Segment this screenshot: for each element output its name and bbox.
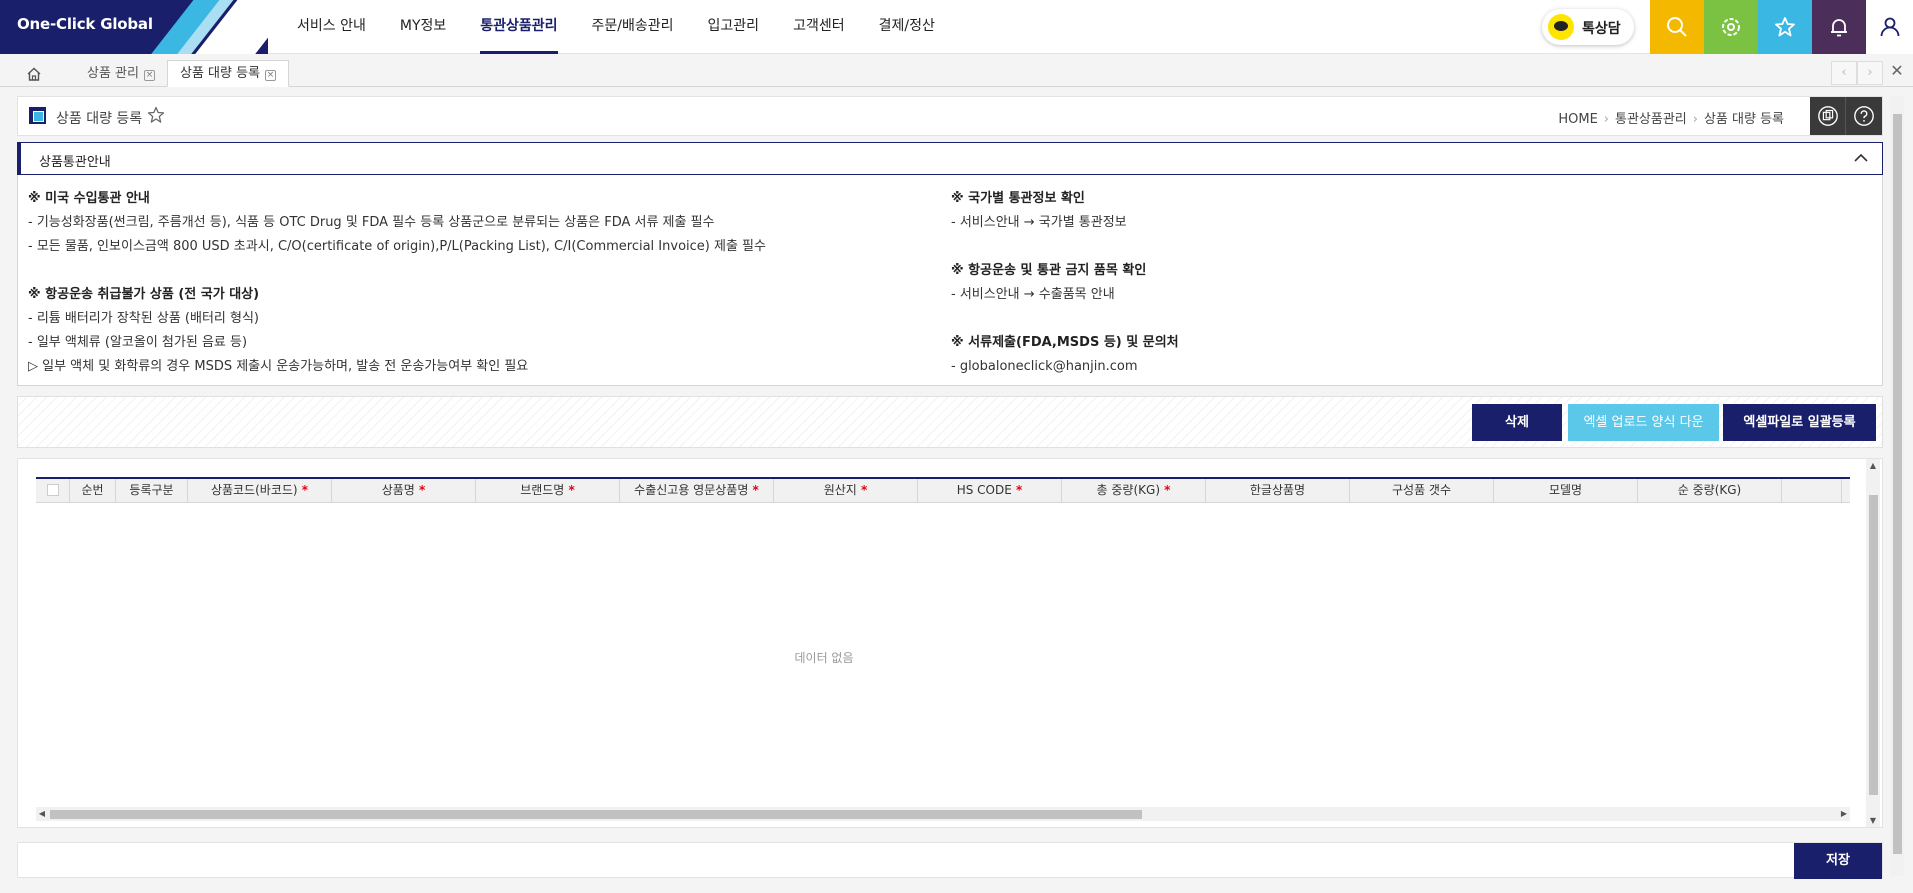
menu-item[interactable]: 통관상품관리: [480, 0, 558, 54]
menu-item[interactable]: MY정보: [400, 0, 446, 54]
notice-heading: ※ 항공운송 및 통관 금지 품목 확인: [951, 263, 1147, 278]
settings-icon: [1722, 18, 1740, 36]
logo-text: One-Click Global: [17, 15, 153, 33]
notice-heading: ※ 미국 수입통관 안내: [28, 191, 150, 206]
horizontal-scrollbar[interactable]: ◀ ▶: [36, 807, 1850, 821]
copy-icon: [1817, 106, 1838, 126]
tab-bulk-product-registration[interactable]: 상품 대량 등록 ×: [167, 60, 290, 87]
page-tabs-bar: 상품 관리 × 상품 대량 등록 × ‹ › ✕: [0, 54, 1913, 87]
my-account-button[interactable]: [1866, 0, 1913, 54]
page-vertical-scrollbar[interactable]: [1890, 96, 1904, 876]
bell-icon: [1831, 19, 1847, 37]
tab-label: 상품 대량 등록: [180, 66, 261, 81]
notice-title: 상품통관안내: [39, 155, 111, 170]
close-all-tabs-icon[interactable]: ✕: [1887, 61, 1907, 81]
page-title: 상품 대량 등록: [56, 111, 143, 127]
column-header: 수출신고용 영문상품명 *: [620, 479, 774, 502]
column-header: 원산지 *: [774, 479, 918, 502]
notice-left-column: ※ 미국 수입통관 안내 - 기능성화장품(썬크림, 주름개선 등), 식품 등 …: [28, 187, 766, 379]
notice-line: - 서비스안내 → 수출품목 안내: [951, 287, 1115, 302]
notice-line: - 기능성화장품(썬크림, 주름개선 등), 식품 등 OTC Drug 및 F…: [28, 215, 715, 230]
grid-header: 순번 등록구분 상품코드(바코드) * 상품명 * 브랜드명 * 수출신고용 영문상품명 …: [36, 477, 1850, 503]
column-header: 상품코드(바코드) *: [188, 479, 332, 502]
tab-product-management[interactable]: 상품 관리 ×: [74, 60, 168, 87]
menu-item[interactable]: 주문/배송관리: [592, 0, 674, 54]
notice-heading: ※ 서류제출(FDA,MSDS 등) 및 문의처: [951, 335, 1179, 350]
column-header: HS CODE *: [918, 479, 1062, 502]
notice-line: - 일부 액체류 (알코올이 첨가된 음료 등): [28, 335, 248, 350]
main-menu: 서비스 안내 MY정보 통관상품관리 주문/배송관리 입고관리 고객센터 결제/정산: [280, 0, 952, 54]
column-header: 모델명: [1494, 479, 1638, 502]
column-header: [1782, 479, 1842, 502]
chevron-left-icon[interactable]: ‹: [1831, 61, 1857, 85]
chat-bubble-icon: [1548, 14, 1574, 40]
page-title-icon: [29, 107, 46, 124]
notice-header[interactable]: 상품통관안내: [17, 142, 1883, 175]
notice-right-column: ※ 국가별 통관정보 확인 - 서비스안내 → 국가별 통관정보 ※ 항공운송 및 …: [951, 187, 1179, 379]
kakao-talk-label: 톡상담: [1582, 21, 1621, 37]
column-header: 순 중량(KG): [1638, 479, 1782, 502]
manual-button[interactable]: [1810, 97, 1846, 135]
vertical-scrollbar[interactable]: ▲ ▼: [1866, 459, 1880, 827]
home-tab[interactable]: [10, 60, 58, 87]
menu-item[interactable]: 결제/정산: [879, 0, 935, 54]
select-all-checkbox[interactable]: [36, 479, 70, 502]
logo[interactable]: One-Click Global: [0, 0, 268, 54]
save-button[interactable]: 저장: [1794, 843, 1882, 879]
star-icon: [1775, 17, 1795, 37]
notice-heading: ※ 항공운송 취급불가 상품 (전 국가 대상): [28, 287, 260, 302]
menu-item[interactable]: 고객센터: [793, 0, 845, 54]
menu-item[interactable]: 서비스 안내: [297, 0, 366, 54]
notice-heading: ※ 국가별 통관정보 확인: [951, 191, 1085, 206]
close-tab-icon[interactable]: ×: [265, 70, 277, 81]
delete-button[interactable]: 삭제: [1472, 404, 1562, 441]
close-tab-icon[interactable]: ×: [143, 70, 155, 81]
user-icon: [1880, 17, 1899, 37]
search-icon: [1667, 17, 1687, 37]
column-header: 구성품 갯수: [1350, 479, 1494, 502]
empty-message: 데이터 없음: [794, 651, 854, 665]
chevron-right-icon[interactable]: ›: [1857, 61, 1883, 85]
page-header: 상품 대량 등록 HOME › 통관상품관리 › 상품 대량 등록: [17, 96, 1883, 136]
favorites-button[interactable]: [1758, 0, 1812, 54]
notice-line: ▷ 일부 액체 및 화학류의 경우 MSDS 제출시 운송가능하며, 발송 전 …: [28, 359, 529, 374]
breadcrumb-home[interactable]: HOME: [1558, 112, 1597, 127]
help-button[interactable]: [1846, 97, 1882, 135]
excel-bulk-upload-button[interactable]: 엑셀파일로 일괄등록: [1723, 404, 1876, 441]
excel-form-download-button[interactable]: 엑셀 업로드 양식 다운: [1568, 404, 1719, 441]
column-header: 한글상품명: [1206, 479, 1350, 502]
breadcrumb-current: 상품 대량 등록: [1703, 112, 1784, 127]
notice-line: - globaloneclick@hanjin.com: [951, 359, 1138, 374]
notice-line: - 서비스안내 → 국가별 통관정보: [951, 215, 1127, 230]
column-header: 총 중량(KG) *: [1062, 479, 1206, 502]
column-header: 상품명 *: [332, 479, 476, 502]
search-button[interactable]: [1650, 0, 1704, 54]
notice-line: - 모든 물품, 인보이스금액 800 USD 초과시, C/O(certifi…: [28, 239, 766, 254]
bookmark-star-icon[interactable]: [146, 105, 166, 125]
breadcrumb: HOME › 통관상품관리 › 상품 대량 등록: [1558, 112, 1784, 127]
tab-scroll-arrows: ‹ ›: [1831, 61, 1883, 85]
tab-label: 상품 관리: [87, 66, 139, 81]
top-navigation-bar: One-Click Global 서비스 안내 MY정보 통관상품관리 주문/배송관리…: [0, 0, 1913, 54]
action-bar: 삭제 엑셀 업로드 양식 다운 엑셀파일로 일괄등록: [17, 396, 1883, 448]
footer-bar: 저장: [17, 842, 1883, 879]
help-icon: [1854, 106, 1874, 126]
customs-notice-panel: 상품통관안내 ※ 미국 수입통관 안내 - 기능성화장품(썬크림, 주름개선 등)…: [17, 142, 1883, 386]
notice-line: - 리튬 배터리가 장착된 상품 (배터리 형식): [28, 311, 259, 326]
column-header: 순번: [70, 479, 116, 502]
column-header: 등록구분: [116, 479, 188, 502]
column-header: 브랜드명 *: [476, 479, 620, 502]
breadcrumb-category[interactable]: 통관상품관리: [1615, 112, 1687, 127]
kakao-talk-button[interactable]: 톡상담: [1542, 9, 1634, 45]
chevron-up-icon[interactable]: [1854, 153, 1868, 163]
home-icon: [27, 67, 41, 81]
notifications-button[interactable]: [1812, 0, 1866, 54]
product-grid: 순번 등록구분 상품코드(바코드) * 상품명 * 브랜드명 * 수출신고용 영문상품명 …: [17, 458, 1883, 828]
menu-item[interactable]: 입고관리: [708, 0, 760, 54]
settings-button[interactable]: [1704, 0, 1758, 54]
